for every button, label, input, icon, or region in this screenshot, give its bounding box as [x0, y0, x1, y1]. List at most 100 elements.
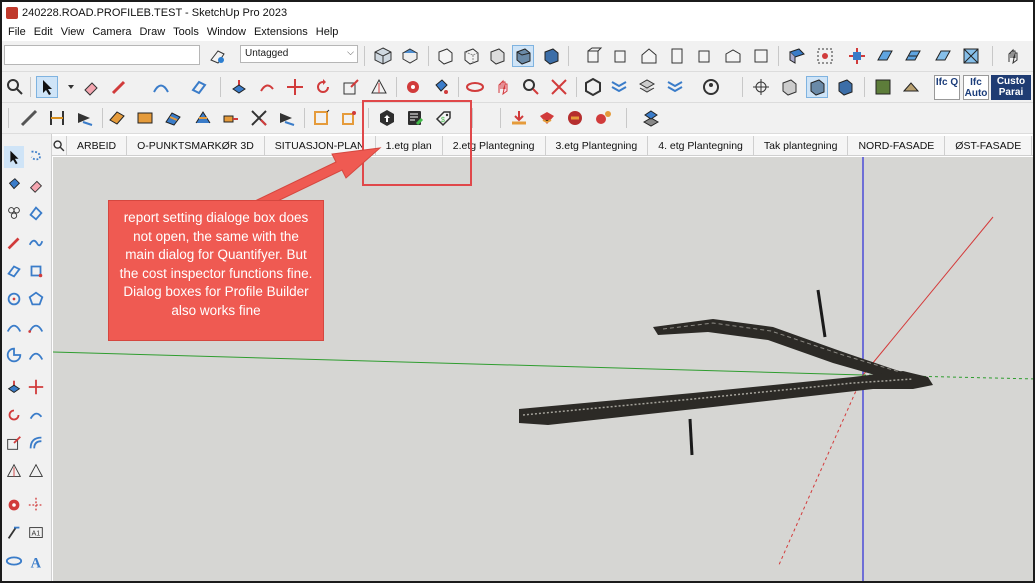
array-icon[interactable] — [162, 107, 184, 129]
box-open-icon[interactable] — [536, 107, 558, 129]
tab-3-etg-plantegning[interactable]: 3.etg Plantegning — [546, 135, 649, 156]
follow-me-icon[interactable] — [256, 76, 278, 98]
polygon-icon[interactable] — [26, 288, 46, 310]
axes-icon[interactable] — [26, 494, 46, 516]
member-icon[interactable] — [134, 107, 156, 129]
materials-icon[interactable] — [900, 76, 922, 98]
select-arrow-icon[interactable] — [36, 76, 58, 98]
three-point-arc-icon[interactable] — [26, 344, 46, 366]
orbit-icon[interactable] — [464, 76, 486, 98]
tab-arbeid[interactable]: ARBEID — [67, 135, 128, 156]
rotated-rectangle-icon[interactable] — [26, 260, 46, 282]
shaded-icon[interactable] — [512, 45, 534, 67]
rectangle-icon[interactable] — [188, 76, 210, 98]
select-region-icon[interactable] — [310, 107, 332, 129]
archive-icon[interactable] — [564, 107, 586, 129]
sandbox-icon[interactable] — [874, 45, 896, 67]
split-icon[interactable] — [192, 107, 214, 129]
hide-rest-icon[interactable] — [834, 76, 856, 98]
section-icon[interactable] — [786, 45, 808, 67]
account-icon[interactable] — [700, 76, 722, 98]
arc-icon[interactable] — [4, 316, 24, 338]
profile-play-icon[interactable] — [74, 107, 96, 129]
select-region-2-icon[interactable] — [338, 107, 360, 129]
hand-icon[interactable] — [1002, 45, 1024, 67]
tab-o-punktsmarkor-3d[interactable]: O-PUNKTSMARKØR 3D — [127, 135, 265, 156]
ifc-q-button[interactable]: Ifc Q — [934, 75, 960, 100]
rotate-icon[interactable] — [312, 76, 334, 98]
chevron-down-icon[interactable] — [60, 76, 82, 98]
tag-tool-icon[interactable] — [207, 45, 229, 67]
select-arrow-icon[interactable] — [4, 146, 24, 168]
dimension-icon[interactable] — [4, 494, 24, 516]
tab-situasjon-plan[interactable]: SITUASJON-PLAN — [265, 135, 376, 156]
paint-bucket-icon[interactable] — [430, 76, 452, 98]
tab-ost-fasade[interactable]: ØST-FASADE — [945, 135, 1033, 156]
tape-measure-icon[interactable] — [402, 76, 424, 98]
extend-icon[interactable] — [220, 107, 242, 129]
sharing-icon[interactable] — [664, 76, 686, 98]
crosshair-icon[interactable] — [750, 76, 772, 98]
menu-help[interactable]: Help — [312, 26, 343, 38]
tape-measure-icon[interactable] — [4, 460, 24, 482]
offset-icon[interactable] — [368, 76, 390, 98]
tab-nord-fasade[interactable]: NORD-FASADE — [848, 135, 946, 156]
text-icon[interactable] — [4, 522, 24, 544]
house-icon[interactable] — [638, 45, 660, 67]
menu-window[interactable]: Window — [203, 26, 250, 38]
export-icon[interactable] — [640, 107, 662, 129]
component-icon[interactable] — [814, 45, 836, 67]
two-point-arc-icon[interactable] — [26, 316, 46, 338]
building-icon[interactable] — [666, 45, 688, 67]
assembly-icon[interactable] — [106, 107, 128, 129]
move-icon[interactable] — [284, 76, 306, 98]
eraser-icon[interactable] — [80, 76, 102, 98]
warehouse-icon[interactable] — [582, 76, 604, 98]
label-icon[interactable]: A1 — [26, 522, 46, 544]
view-top-icon[interactable] — [399, 45, 421, 67]
cut-icon[interactable] — [248, 107, 270, 129]
follow-me-icon[interactable] — [26, 404, 46, 426]
view-front-icon[interactable] — [582, 45, 604, 67]
orbit-icon[interactable] — [4, 550, 24, 572]
menu-extensions[interactable]: Extensions — [250, 26, 312, 38]
gears-icon[interactable] — [592, 107, 614, 129]
tab-4-etg-plantegning[interactable]: 4. etg Plantegning — [648, 135, 754, 156]
arc-icon[interactable] — [150, 76, 172, 98]
solid-tools-icon[interactable] — [846, 45, 868, 67]
wireframe-icon[interactable] — [486, 45, 508, 67]
walls-icon[interactable] — [694, 45, 716, 67]
freehand-icon[interactable] — [26, 232, 46, 254]
push-pull-icon[interactable] — [228, 76, 250, 98]
view-iso-icon[interactable] — [372, 45, 394, 67]
tab-tak-plantegning[interactable]: Tak plantegning — [754, 135, 849, 156]
menu-tools[interactable]: Tools — [169, 26, 203, 38]
components-icon[interactable] — [4, 202, 24, 224]
push-pull-icon[interactable] — [4, 376, 24, 398]
scale-icon[interactable] — [340, 76, 362, 98]
tag-eraser-icon[interactable] — [26, 202, 46, 224]
menu-edit[interactable]: Edit — [30, 26, 57, 38]
move-icon[interactable] — [26, 376, 46, 398]
scale-icon[interactable] — [4, 432, 24, 454]
profile-builder-icon[interactable] — [46, 107, 68, 129]
rotate-icon[interactable] — [4, 404, 24, 426]
line-icon[interactable] — [4, 232, 24, 254]
roof-icon[interactable] — [722, 45, 744, 67]
back-edges-icon[interactable] — [460, 45, 482, 67]
shaded-textures-icon[interactable] — [540, 45, 562, 67]
zoom-tool-icon[interactable] — [520, 76, 542, 98]
grid-icon[interactable] — [960, 45, 982, 67]
lock-view-icon[interactable] — [778, 76, 800, 98]
rectangle-icon[interactable] — [4, 260, 24, 282]
ifc-auto-button[interactable]: Ifc Auto — [963, 75, 989, 100]
menu-draw[interactable]: Draw — [135, 26, 169, 38]
circle-icon[interactable] — [4, 288, 24, 310]
component-edit-icon[interactable] — [806, 76, 828, 98]
pie-icon[interactable] — [4, 344, 24, 366]
menu-camera[interactable]: Camera — [88, 26, 135, 38]
scene-search-icon[interactable] — [52, 135, 67, 156]
xray-icon[interactable] — [434, 45, 456, 67]
menu-file[interactable]: File — [4, 26, 30, 38]
custom-params-button[interactable]: Custo Parai — [991, 75, 1031, 100]
